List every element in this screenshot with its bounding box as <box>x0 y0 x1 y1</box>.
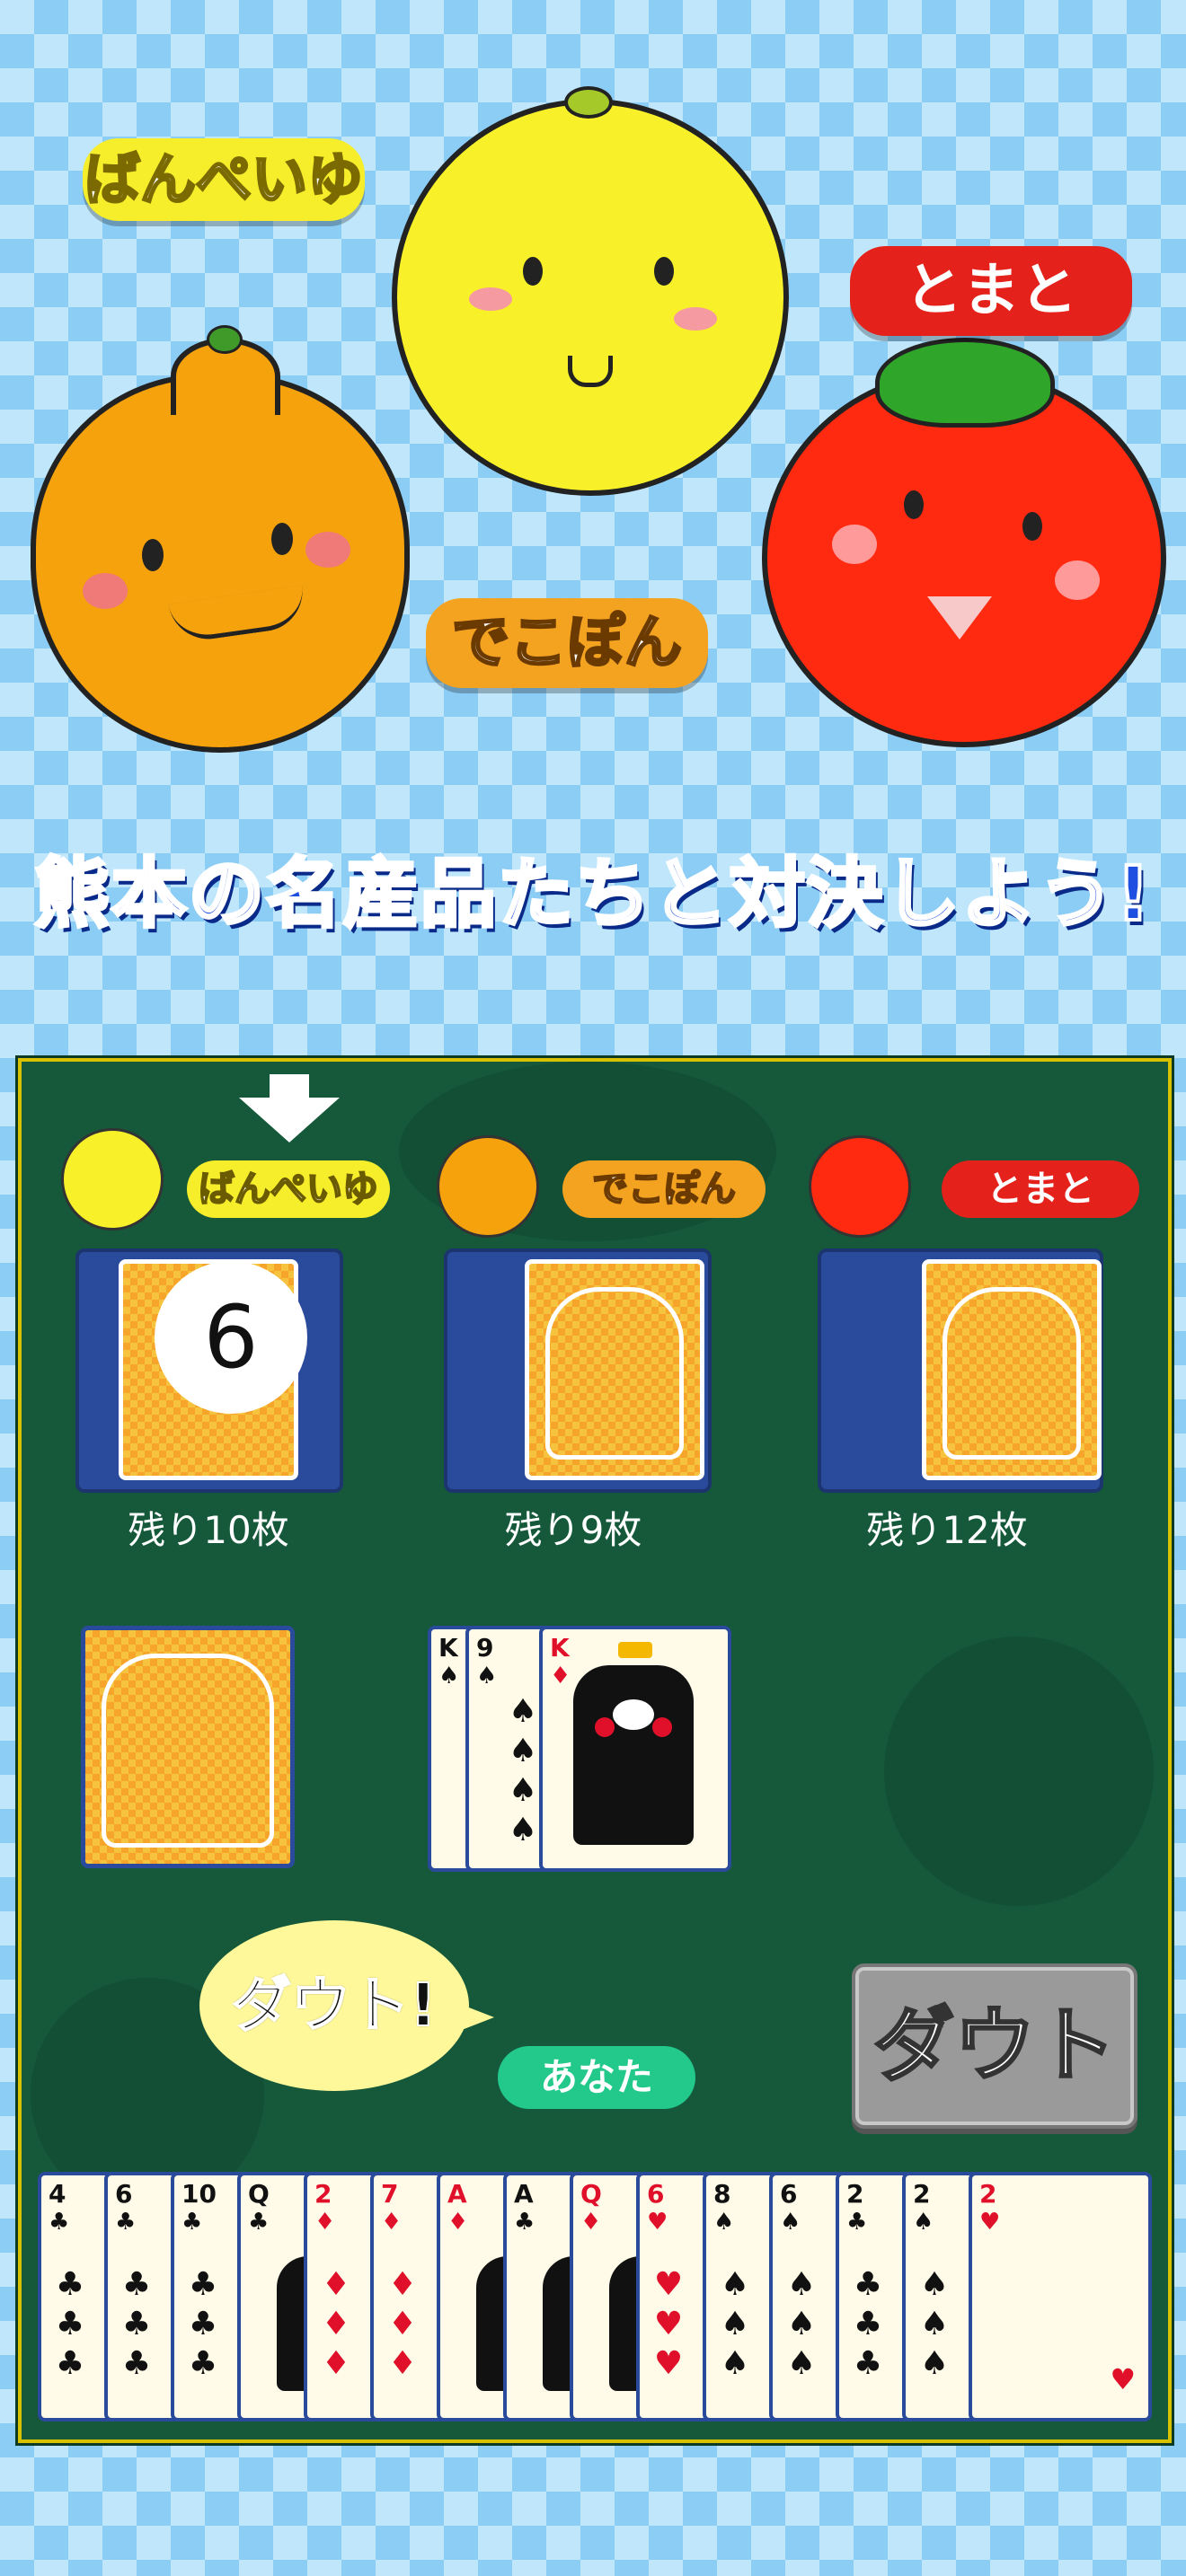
card-suit: ♦ <box>381 2209 403 2236</box>
tomato-character <box>762 338 1166 747</box>
card-suit: ♦ <box>314 2209 336 2236</box>
card-suit: ♠ <box>913 2209 934 2236</box>
card-suit: ♣ <box>846 2209 868 2236</box>
table-card: K ♦ <box>539 1626 731 1872</box>
card-rank: 2 <box>846 2179 864 2209</box>
card-pips: ♣ ♣ ♣ <box>188 2266 218 2382</box>
banpeiyu-avatar <box>61 1128 164 1231</box>
card-suit: ♣ <box>181 2209 203 2236</box>
dekopon-character <box>31 325 410 753</box>
card-rank: 6 <box>115 2179 133 2209</box>
card-suit: ♥ <box>979 2209 1001 2236</box>
card-rank: 10 <box>181 2179 217 2209</box>
turn-arrow-stem <box>270 1074 309 1099</box>
doubt-speech-bubble: ダウト! <box>199 1920 469 2091</box>
game-board: ばんぺいゆ 6 残り10枚 でこぽん 残り9枚 とまと 残り12枚 K ♠ 9 … <box>18 1058 1172 2443</box>
tomato-avatar <box>809 1135 911 1238</box>
player-pile-banpeiyu: 6 <box>75 1248 343 1493</box>
card-rank: 7 <box>381 2179 399 2209</box>
card-pips: ♠ ♠ ♠ <box>786 2266 817 2382</box>
draw-deck[interactable] <box>81 1626 295 1868</box>
card-rank: A <box>514 2179 534 2209</box>
banpeiyu-name-tag: ばんぺいゆ <box>83 138 365 221</box>
crown-icon <box>618 1642 652 1658</box>
card-suit: ♦ <box>447 2209 469 2236</box>
bubble-tail <box>462 2005 494 2030</box>
card-suit: ♥ <box>647 2209 668 2236</box>
card-pips: ♣ ♣ ♣ <box>55 2266 85 2382</box>
card-rank: 6 <box>780 2179 798 2209</box>
player-name-dekopon: でこぽん <box>562 1160 766 1218</box>
card-suit: ♣ <box>248 2209 270 2236</box>
card-pips: ♣ ♣ ♣ <box>121 2266 152 2382</box>
card-rank: 2 <box>979 2179 997 2209</box>
player-remaining-dekopon: 残り9枚 <box>504 1508 642 1552</box>
dekopon-name-tag: でこぽん <box>426 598 708 688</box>
player-pile-dekopon <box>444 1248 712 1493</box>
card-pips: ♦ ♦ ♦ <box>387 2266 418 2382</box>
card-rank: 8 <box>713 2179 731 2209</box>
card-suit: ♣ <box>115 2209 137 2236</box>
player-remaining-tomato: 残り12枚 <box>866 1508 1028 1552</box>
player-remaining-banpeiyu: 残り10枚 <box>128 1508 289 1552</box>
card-pips: ♠ ♠ ♠ <box>720 2266 750 2382</box>
tomato-name-tag: とまと <box>850 246 1132 336</box>
card-rank: 6 <box>647 2179 665 2209</box>
card-pips: ♥ ♥ ♥ <box>653 2266 684 2382</box>
card-rank: 2 <box>314 2179 332 2209</box>
card-rank: A <box>447 2179 467 2209</box>
banpeiyu-character <box>392 86 789 496</box>
player-name-banpeiyu: ばんぺいゆ <box>187 1160 390 1218</box>
turn-arrow-icon <box>239 1098 340 1142</box>
card-pips: ♣ ♣ ♣ <box>853 2266 883 2382</box>
player-pile-tomato <box>818 1248 1103 1493</box>
card-suit: ♣ <box>49 2209 70 2236</box>
doubt-button[interactable]: ダウト <box>852 1963 1137 2129</box>
current-number-badge: 6 <box>155 1261 307 1414</box>
card-pips: ♠ ♠ ♠ <box>919 2266 950 2382</box>
card-suit: ♦ <box>580 2209 602 2236</box>
you-label: あなた <box>498 2046 695 2109</box>
card-rank: Q <box>248 2179 270 2209</box>
kumamon-icon <box>573 1665 694 1845</box>
hand-card[interactable]: 2 ♥ ♥ <box>969 2172 1152 2422</box>
card-rank: 2 <box>913 2179 931 2209</box>
card-suit-corner: ♥ <box>1110 2362 1136 2396</box>
card-rank: Q <box>580 2179 602 2209</box>
player-name-tomato: とまと <box>942 1160 1139 1218</box>
card-rank: 4 <box>49 2179 66 2209</box>
card-suit: ♠ <box>780 2209 801 2236</box>
promo-headline: 熊本の名産品たちと対決しよう! <box>32 848 1153 940</box>
card-suit: ♣ <box>514 2209 535 2236</box>
card-suit: ♠ <box>713 2209 735 2236</box>
card-pips: ♦ ♦ ♦ <box>321 2266 351 2382</box>
dekopon-avatar <box>437 1135 539 1238</box>
